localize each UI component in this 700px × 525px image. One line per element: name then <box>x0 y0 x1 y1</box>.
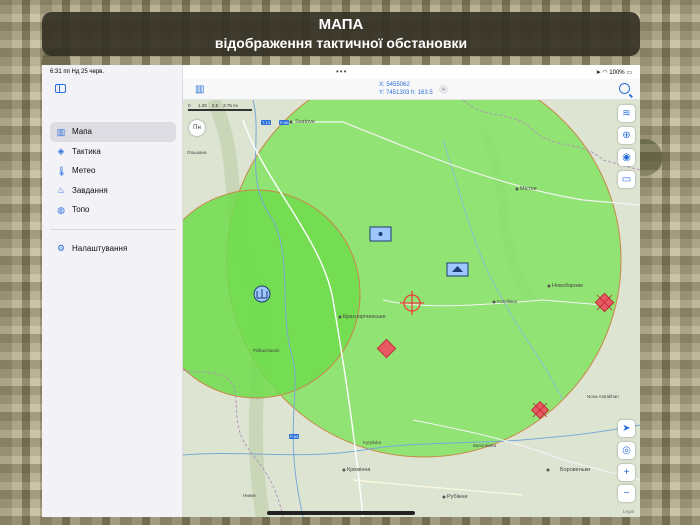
sidebar-toggle-icon[interactable] <box>55 84 66 93</box>
add-marker-button[interactable]: ⊕ <box>618 127 635 144</box>
map-canvas <box>183 100 640 517</box>
title-banner: МАПА відображення тактичної обстановки <box>42 12 640 56</box>
coord-x: X: 5455062 <box>379 82 410 88</box>
sidebar-item-map[interactable]: ▥ Мапа <box>50 122 176 142</box>
map-icon: ▥ <box>56 126 66 137</box>
tactical-map[interactable]: 0 1.25 2.5 3.75 mi Пн T-13 P-66 P-66 Sva… <box>183 100 640 517</box>
place-label: Ольшана <box>187 150 207 155</box>
zoom-in-button[interactable]: + <box>618 464 635 481</box>
sidebar-item-weather[interactable]: 🌡 Метео <box>50 161 176 181</box>
ruler-button[interactable]: ▭ <box>618 171 635 188</box>
compass-mode-button[interactable]: ◎ <box>618 442 635 459</box>
sidebar-item-label: Метео <box>72 166 96 176</box>
tablet-screen: ▥ Мапа ◈ Тактика 🌡 Метео ♨ Завдання ◍ То… <box>42 65 640 517</box>
friendly-unit-icon[interactable] <box>369 226 392 242</box>
sidebar-nav: ▥ Мапа ◈ Тактика 🌡 Метео ♨ Завдання ◍ То… <box>50 122 176 258</box>
place-label: Svatove <box>295 119 315 125</box>
compass-button[interactable]: Пн <box>189 120 205 136</box>
sidebar-item-label: Завдання <box>72 185 108 195</box>
banner-subtitle: відображення тактичної обстановки <box>214 35 468 51</box>
location-arrow-icon: ➤ <box>622 423 631 434</box>
road-label: T-13 <box>261 120 272 125</box>
map-scale: 0 1.25 2.5 3.75 mi <box>188 103 252 111</box>
sidebar-item-label: Налаштування <box>72 243 128 253</box>
place-label: Рубіжне <box>447 494 468 500</box>
stack-icon: ≋ <box>622 108 631 119</box>
hostile-unit-icon[interactable] <box>530 400 550 420</box>
sidebar-item-tactics[interactable]: ◈ Тактика <box>50 142 176 162</box>
place-label: Pidkuichansk <box>253 348 280 353</box>
road-label: P-66 <box>289 434 300 439</box>
place-label: Кремінна <box>347 467 371 473</box>
coordinates-readout[interactable]: X: 5455062 Y: 7451303 h: 163.5 ⌄ <box>379 81 448 97</box>
sidebar-item-settings[interactable]: ⚙ Налаштування <box>50 239 176 259</box>
sidebar-item-label: Тактика <box>72 146 101 156</box>
place-label: Містки <box>520 186 537 192</box>
thermometer-icon: 🌡 <box>56 165 68 176</box>
chevron-down-icon[interactable]: ⌄ <box>439 85 448 94</box>
zoom-out-button[interactable]: − <box>618 485 635 502</box>
place-label: Barvinkivka <box>473 443 497 448</box>
place-label: Nova Astrakhan <box>587 394 619 399</box>
sidebar: ▥ Мапа ◈ Тактика 🌡 Метео ♨ Завдання ◍ То… <box>42 65 183 517</box>
sidebar-divider <box>50 228 176 230</box>
friendly-unit-icon[interactable] <box>446 262 469 277</box>
gear-icon: ⚙ <box>56 243 66 254</box>
banner-title: МАПА <box>318 16 364 33</box>
minus-icon: − <box>623 488 630 499</box>
flame-icon: ♨ <box>56 185 66 196</box>
signal-button[interactable]: ◉ <box>618 149 635 166</box>
place-label: Новоборове <box>552 283 584 289</box>
layers-button[interactable]: ≋ <box>618 105 635 122</box>
hostile-unit-icon[interactable] <box>594 292 615 313</box>
plus-circle-icon: ⊕ <box>622 130 631 141</box>
sidebar-item-tasks[interactable]: ♨ Завдання <box>50 181 176 201</box>
ruler-icon: ▭ <box>621 174 632 185</box>
map-attribution[interactable]: Legal <box>623 509 634 514</box>
home-indicator[interactable] <box>267 511 415 515</box>
search-icon[interactable] <box>619 83 630 94</box>
sidebar-item-label: Мапа <box>72 127 92 137</box>
place-label: Kyrylivka <box>363 440 382 445</box>
road-label: P-66 <box>279 120 290 125</box>
map-header: ▥ X: 5455062 Y: 7451303 h: 163.5 ⌄ <box>183 79 640 100</box>
sidebar-item-label: Топо <box>72 205 90 215</box>
status-time: 6:31 пп Нд 25 черв. <box>50 69 105 75</box>
coord-y: Y: 7451303 h: 163.5 <box>379 90 433 96</box>
plus-icon: + <box>623 467 630 478</box>
map-area: ▥ X: 5455062 Y: 7451303 h: 163.5 ⌄ 0 1.2… <box>183 65 640 517</box>
locate-button[interactable]: ➤ <box>618 420 635 437</box>
compass-icon: ◎ <box>622 445 631 456</box>
map-layers-icon[interactable]: ▥ <box>195 84 204 95</box>
friendly-hq-icon[interactable] <box>253 285 271 303</box>
place-label: Красноріченське <box>343 314 386 320</box>
sidebar-item-topo[interactable]: ◍ Топо <box>50 200 176 220</box>
place-label: Голубівка <box>497 299 518 304</box>
place-label: Нижнє <box>243 493 257 498</box>
broadcast-icon: ◉ <box>622 152 631 163</box>
globe-icon: ◍ <box>57 204 65 215</box>
place-label: Боровеньки <box>560 467 591 473</box>
layers-icon: ◈ <box>57 146 65 157</box>
